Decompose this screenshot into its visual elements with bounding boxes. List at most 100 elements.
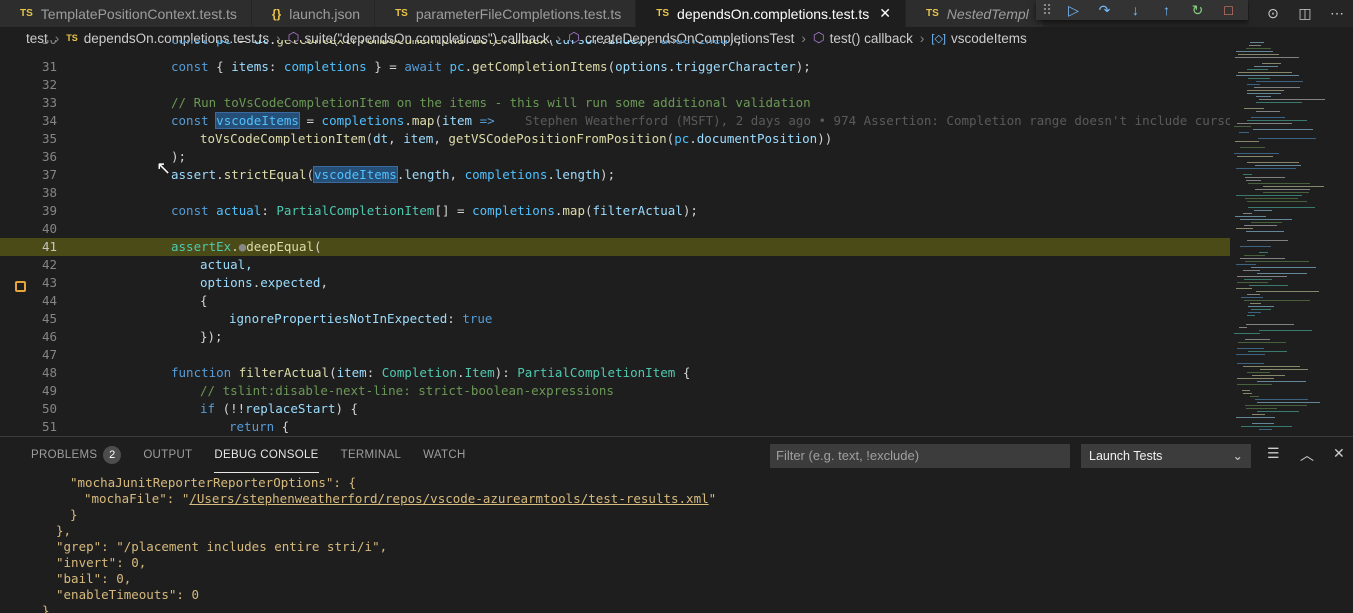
minimap-line bbox=[1244, 225, 1277, 226]
console-line: "mochaJunitReporterReporterOptions": { bbox=[70, 475, 356, 490]
minimap-line bbox=[1244, 279, 1272, 280]
minimap-line bbox=[1234, 126, 1251, 127]
minimap-line bbox=[1237, 348, 1264, 349]
file-link[interactable]: /Users/stephenweatherford/repos/vscode-a… bbox=[189, 491, 708, 506]
minimap-line bbox=[1234, 333, 1260, 334]
console-line: "invert": 0, bbox=[56, 555, 147, 570]
console-line: "enableTimeouts": 0 bbox=[56, 587, 199, 602]
step-into-icon[interactable]: ↓ bbox=[1120, 2, 1151, 18]
minimap-line bbox=[1243, 174, 1252, 175]
minimap-line bbox=[1235, 216, 1266, 217]
restart-icon[interactable]: ↻ bbox=[1182, 2, 1213, 19]
close-panel-icon[interactable]: ✕ bbox=[1333, 445, 1345, 462]
git-blame-annotation: Stephen Weatherford (MSFT), 2 days ago •… bbox=[525, 113, 1230, 128]
minimap-line bbox=[1236, 75, 1299, 76]
line-number: 48 bbox=[41, 365, 57, 380]
code-text: assert.strictEqual(vscodeItems.length, c… bbox=[171, 166, 616, 183]
console-line: "grep": "/placement includes entire stri… bbox=[56, 539, 388, 554]
launch-config-select[interactable]: Launch Tests ⌄ bbox=[1081, 444, 1251, 468]
tab-label: PROBLEMS bbox=[31, 449, 98, 461]
code-text: const { items: completions } = await pc.… bbox=[171, 59, 811, 74]
close-icon[interactable]: ✕ bbox=[879, 5, 891, 22]
debug-toolbar: ⠿ ▷ ↷ ↓ ↑ ↻ □ bbox=[1036, 0, 1248, 20]
minimap-line bbox=[1237, 378, 1274, 379]
git-icon[interactable]: ⊙ bbox=[1257, 5, 1289, 22]
code-line: 33 // Run toVsCodeCompletionItem on the i… bbox=[0, 94, 1230, 112]
drag-handle-icon[interactable]: ⠿ bbox=[1036, 2, 1058, 19]
minimap-line bbox=[1243, 270, 1260, 271]
step-over-icon[interactable]: ↷ bbox=[1089, 2, 1120, 19]
line-number: 32 bbox=[41, 77, 57, 92]
minimap-line bbox=[1259, 252, 1268, 253]
minimap-line bbox=[1258, 138, 1316, 139]
minimap-line bbox=[1255, 399, 1308, 400]
tab-label: parameterFileCompletions.test.ts bbox=[415, 5, 622, 22]
minimap-line bbox=[1237, 276, 1287, 277]
minimap-line bbox=[1251, 117, 1285, 118]
clear-console-icon[interactable]: ☰ bbox=[1267, 445, 1280, 462]
minimap-line bbox=[1256, 96, 1271, 97]
typescript-file-icon: TS bbox=[395, 8, 408, 19]
minimap-line bbox=[1248, 207, 1315, 208]
minimap-line bbox=[1243, 393, 1252, 394]
minimap-line bbox=[1240, 246, 1271, 247]
minimap-line bbox=[1262, 63, 1281, 64]
maximize-panel-icon[interactable]: ︿ bbox=[1300, 445, 1314, 465]
minimap-line bbox=[1247, 294, 1260, 295]
minimap-line bbox=[1237, 384, 1272, 385]
minimap-line bbox=[1236, 264, 1256, 265]
minimap-line bbox=[1248, 78, 1270, 79]
minimap-line bbox=[1240, 219, 1292, 220]
tab-template-position-context[interactable]: TS TemplatePositionContext.test.ts bbox=[0, 0, 252, 27]
step-out-icon[interactable]: ↑ bbox=[1151, 2, 1182, 18]
code-line: 37 assert.strictEqual(vscodeItems.length,… bbox=[0, 166, 1230, 184]
tab-nested-templ[interactable]: TS NestedTempl bbox=[906, 0, 1044, 27]
tab-label: launch.json bbox=[289, 5, 361, 22]
minimap-line bbox=[1246, 231, 1284, 232]
minimap-line bbox=[1250, 396, 1259, 397]
code-line: 42 actual, bbox=[0, 256, 1230, 274]
minimap-line bbox=[1241, 426, 1292, 427]
minimap-line bbox=[1236, 417, 1275, 418]
minimap-line bbox=[1241, 297, 1263, 298]
debug-stack-frame-icon[interactable] bbox=[15, 281, 26, 292]
code-text: ignorePropertiesNotInExpected: true bbox=[229, 311, 493, 326]
line-number: 40 bbox=[41, 221, 57, 236]
tab-depends-on-completions[interactable]: TS dependsOn.completions.test.ts ✕ bbox=[636, 0, 907, 27]
line-number: 38 bbox=[41, 185, 57, 200]
stop-icon[interactable]: □ bbox=[1213, 2, 1244, 18]
console-line: "mochaFile": "/Users/stephenweatherford/… bbox=[84, 491, 717, 506]
line-number: 51 bbox=[41, 419, 57, 434]
code-line: 32 bbox=[0, 76, 1230, 94]
minimap-line bbox=[1247, 69, 1268, 70]
minimap-line bbox=[1239, 327, 1247, 328]
code-text: actual, bbox=[200, 257, 253, 272]
filter-input[interactable]: Filter (e.g. text, !exclude) bbox=[770, 444, 1070, 468]
tab-launch-json[interactable]: {} launch.json bbox=[251, 0, 376, 27]
line-number: 46 bbox=[41, 329, 57, 344]
minimap-line bbox=[1251, 267, 1316, 268]
code-text: { bbox=[200, 293, 208, 308]
minimap-line bbox=[1254, 66, 1278, 67]
minimap[interactable] bbox=[1230, 40, 1353, 436]
code-line: 31 const { items: completions } = await p… bbox=[0, 58, 1230, 76]
minimap-line bbox=[1250, 42, 1264, 43]
code-editor[interactable]: 30 const pc = dt.getContextFromDocumentCh… bbox=[0, 40, 1230, 436]
minimap-line bbox=[1247, 90, 1284, 91]
tab-parameter-file-completions[interactable]: TS parameterFileCompletions.test.ts bbox=[375, 0, 637, 27]
debug-console-output[interactable]: "mochaJunitReporterReporterOptions": { "… bbox=[0, 467, 1353, 613]
minimap-line bbox=[1255, 189, 1310, 190]
minimap-line bbox=[1247, 84, 1260, 85]
code-text: ); bbox=[171, 149, 187, 164]
editor-actions: ⊙ ◫ ⋯ bbox=[1249, 0, 1353, 27]
line-number: 30 bbox=[0, 40, 57, 49]
minimap-line bbox=[1257, 381, 1306, 382]
code-comment: // Run toVsCodeCompletionItem on the ite… bbox=[171, 95, 811, 110]
minimap-line bbox=[1234, 153, 1279, 154]
more-icon[interactable]: ⋯ bbox=[1321, 5, 1353, 22]
minimap-line bbox=[1239, 132, 1249, 133]
minimap-line bbox=[1251, 222, 1282, 223]
continue-icon[interactable]: ▷ bbox=[1058, 2, 1089, 19]
minimap-line bbox=[1245, 261, 1309, 262]
split-editor-icon[interactable]: ◫ bbox=[1289, 5, 1321, 22]
